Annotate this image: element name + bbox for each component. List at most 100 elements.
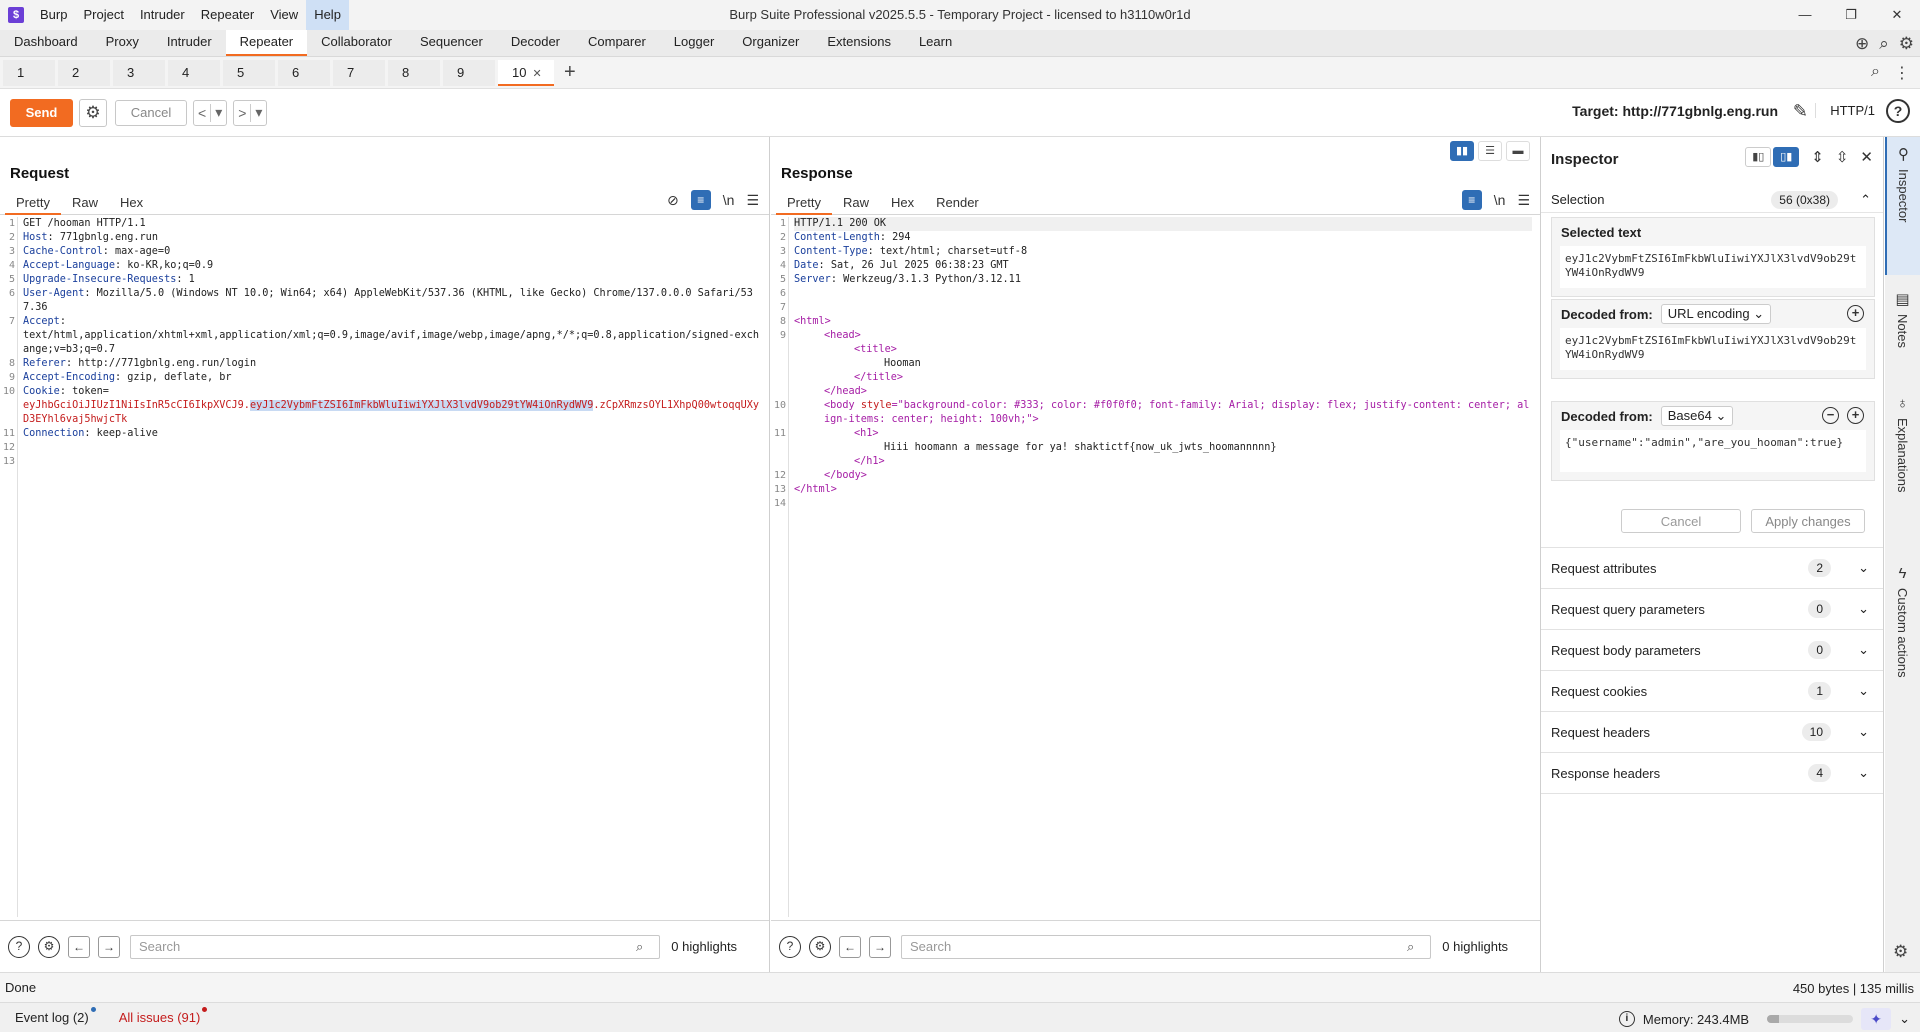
apply-changes-button[interactable]: Apply changes [1751,509,1865,533]
add-tab-icon[interactable]: + [564,61,576,84]
request-tab-raw[interactable]: Raw [61,191,109,215]
section-request-body-parameters[interactable]: Request body parameters 0 ⌄ [1541,630,1883,671]
decoded-url-value[interactable]: eyJ1c2VybmFtZSI6ImFkbWluIiwiYXJlX3lvdV9o… [1560,328,1866,370]
add-decoder-icon[interactable]: + [1847,305,1864,322]
layout-side-by-side-icon[interactable]: ▮▮ [1450,141,1474,161]
search-tabs-icon[interactable]: ⌕ [1871,63,1880,83]
back-arrow-icon[interactable]: < [194,105,210,121]
tab-collaborator[interactable]: Collaborator [307,30,406,56]
next-match-icon[interactable]: → [869,935,891,958]
repeater-tab-7[interactable]: 7 [333,59,385,86]
response-search-input[interactable] [901,934,1431,959]
repeater-tab-3[interactable]: 3 [113,59,165,86]
tab-learn[interactable]: Learn [905,30,966,56]
repeater-tab-1[interactable]: 1 [3,59,55,86]
response-editor[interactable]: 1 2 3 4 5 6 7 8 9 10 11 12 13 14 HTTP/1.… [771,217,1540,917]
section-request-query-parameters[interactable]: Request query parameters 0 ⌄ [1541,589,1883,630]
panel-settings-gear-icon[interactable]: ⚙ [1893,942,1908,962]
repeater-tab-10[interactable]: 10 ✕ [498,59,554,86]
forward-dropdown-icon[interactable]: ▾ [251,104,266,121]
tab-dashboard[interactable]: Dashboard [0,30,92,56]
tab-proxy[interactable]: Proxy [92,30,153,56]
previous-match-icon[interactable]: ← [839,935,861,958]
forward-arrow-icon[interactable]: > [234,105,250,121]
http-version[interactable]: HTTP/1 [1815,103,1875,118]
wrap-lines-icon[interactable]: ≡ [690,190,711,210]
close-inspector-icon[interactable]: ✕ [1860,148,1873,166]
expand-all-icon[interactable]: ⇕ [1811,148,1824,166]
tab-comparer[interactable]: Comparer [574,30,660,56]
inspector-layout-right-icon[interactable]: ▯▮ [1773,147,1800,167]
request-editor[interactable]: 1 2 3 4 5 6 7 8 9 10 11 12 13 GET /hooma… [0,217,769,917]
tab-repeater[interactable]: Repeater [225,30,308,56]
repeater-tab-2[interactable]: 2 [58,59,110,86]
tab-extensions[interactable]: Extensions [813,30,905,56]
remove-decoder-icon[interactable]: − [1822,407,1839,424]
side-tab-custom-actions[interactable]: ϟ Custom actions [1885,557,1920,707]
menu-help[interactable]: Help [306,0,349,30]
section-request-headers[interactable]: Request headers 10 ⌄ [1541,712,1883,753]
tab-logger[interactable]: Logger [660,30,728,56]
collapse-all-icon[interactable]: ⇳ [1836,148,1849,166]
newline-toggle[interactable]: \n [723,192,735,208]
menu-icon[interactable]: ☰ [746,192,759,209]
menu-burp[interactable]: Burp [32,0,75,30]
inspector-cancel-button[interactable]: Cancel [1621,509,1741,533]
menu-intruder[interactable]: Intruder [132,0,193,30]
more-options-icon[interactable]: ⋮ [1894,63,1910,83]
event-log-link[interactable]: Event log (2) [15,1007,96,1025]
repeater-tab-9[interactable]: 9 [443,59,495,86]
decoder-type-dropdown[interactable]: Base64 ⌄ [1660,406,1734,426]
previous-match-icon[interactable]: ← [68,935,90,958]
section-request-attributes[interactable]: Request attributes 2 ⌄ [1541,548,1883,589]
selection-row[interactable]: Selection 56 (0x38) ⌃ [1541,187,1883,213]
repeater-tab-4[interactable]: 4 [168,59,220,86]
repeater-tab-6[interactable]: 6 [278,59,330,86]
help-icon[interactable]: ? [1886,99,1910,123]
settings-gear-icon[interactable]: ⚙ [79,98,107,127]
gear-icon[interactable]: ⚙ [1899,34,1914,54]
hide-eye-icon[interactable]: ⊘ [667,192,679,209]
cancel-button[interactable]: Cancel [115,99,187,126]
pencil-icon[interactable]: ✎ [1793,101,1808,122]
side-tab-inspector[interactable]: ⚲ Inspector [1885,137,1920,275]
all-issues-link[interactable]: All issues (91) [119,1007,208,1025]
search-icon[interactable]: ⌕ [1879,34,1889,54]
response-tab-render[interactable]: Render [925,191,990,215]
repeater-tab-5[interactable]: 5 [223,59,275,86]
chevron-down-icon[interactable]: ⌄ [1899,1011,1910,1027]
search-settings-gear-icon[interactable]: ⚙ [809,935,831,958]
help-icon[interactable]: ? [779,935,801,958]
next-match-icon[interactable]: → [98,935,120,958]
chevron-up-icon[interactable]: ⌃ [1860,192,1871,208]
newline-toggle[interactable]: \n [1494,192,1506,208]
repeater-tab-8[interactable]: 8 [388,59,440,86]
menu-project[interactable]: Project [75,0,131,30]
wrap-lines-icon[interactable]: ≡ [1461,190,1482,210]
globe-icon[interactable]: ⊕ [1855,34,1869,54]
request-search-input[interactable] [130,934,660,959]
help-icon[interactable]: ? [8,935,30,958]
back-dropdown-icon[interactable]: ▾ [211,104,226,121]
response-tab-raw[interactable]: Raw [832,191,880,215]
section-request-cookies[interactable]: Request cookies 1 ⌄ [1541,671,1883,712]
selected-text-value[interactable]: eyJ1c2VybmFtZSI6ImFkbWluIiwiYXJlX3lvdV9o… [1560,246,1866,288]
close-window-button[interactable]: ✕ [1874,0,1920,30]
layout-stacked-icon[interactable]: ☰ [1478,141,1502,161]
side-tab-explanations[interactable]: ♁ Explanations [1885,387,1920,537]
send-button[interactable]: Send [10,98,73,127]
menu-icon[interactable]: ☰ [1517,192,1530,209]
menu-repeater[interactable]: Repeater [193,0,262,30]
search-settings-gear-icon[interactable]: ⚙ [38,935,60,958]
add-decoder-icon[interactable]: + [1847,407,1864,424]
menu-view[interactable]: View [262,0,306,30]
section-response-headers[interactable]: Response headers 4 ⌄ [1541,753,1883,794]
tab-intruder[interactable]: Intruder [153,30,226,56]
tab-decoder[interactable]: Decoder [497,30,574,56]
close-tab-icon[interactable]: ✕ [532,68,541,80]
jwt-payload-selected[interactable]: eyJ1c2VybmFtZSI6ImFkbWluIiwiYXJlX3lvdV9o… [249,400,594,411]
response-tab-pretty[interactable]: Pretty [776,191,832,215]
restore-button[interactable]: ❐ [1828,0,1874,30]
ai-sparkle-icon[interactable]: ✦ [1861,1008,1892,1030]
minimize-button[interactable]: — [1782,0,1828,30]
